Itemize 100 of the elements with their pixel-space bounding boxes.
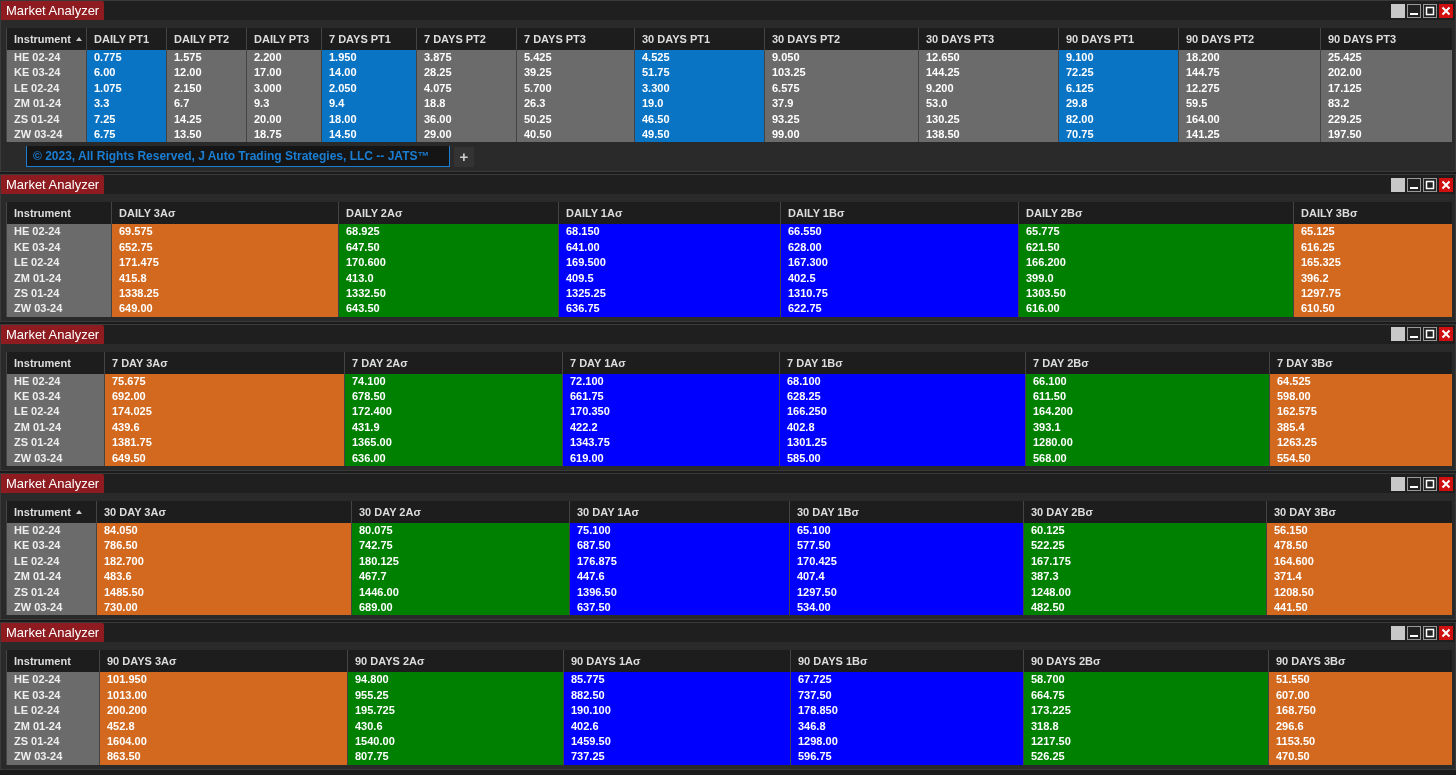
table-cell: 59.5 — [1178, 96, 1320, 112]
maximize-icon[interactable] — [1423, 625, 1437, 640]
table-cell: 103.25 — [764, 65, 918, 81]
blank-square-icon[interactable] — [1391, 476, 1405, 491]
table-cell: 863.50 — [99, 749, 347, 765]
table-cell: 526.25 — [1023, 749, 1268, 765]
table-cell: 1301.25 — [779, 435, 1025, 451]
maximize-icon[interactable] — [1423, 177, 1437, 192]
blank-square-icon[interactable] — [1391, 177, 1405, 192]
table-cell: 12.650 — [918, 50, 1058, 66]
column-header[interactable]: DAILY 2Aσ — [338, 202, 558, 225]
column-header[interactable]: 7 DAY 2Bσ — [1025, 351, 1269, 374]
table-cell: 1263.25 — [1269, 435, 1452, 451]
blank-square-icon[interactable] — [1391, 3, 1405, 18]
column-header[interactable]: 7 DAYS PT3 — [516, 28, 634, 50]
column-header[interactable]: 90 DAYS 3Aσ — [99, 650, 347, 673]
minimize-icon[interactable] — [1407, 327, 1421, 342]
column-header[interactable]: DAILY 3Aσ — [111, 202, 338, 225]
maximize-icon[interactable] — [1423, 327, 1437, 342]
column-header[interactable]: 90 DAYS PT1 — [1058, 28, 1178, 50]
close-icon[interactable] — [1439, 177, 1453, 192]
table-cell: 3.875 — [416, 50, 516, 66]
table-cell: 68.925 — [338, 224, 558, 240]
column-header[interactable]: 30 DAY 2Aσ — [351, 501, 569, 524]
column-header[interactable]: 7 DAY 1Bσ — [779, 351, 1025, 374]
column-header[interactable]: DAILY PT3 — [246, 28, 321, 50]
table-cell: 678.50 — [344, 389, 562, 405]
sort-caret-icon[interactable] — [75, 37, 82, 41]
column-header[interactable]: 90 DAYS 3Bσ — [1268, 650, 1452, 673]
table-cell: 75.100 — [569, 523, 789, 539]
close-icon[interactable] — [1439, 327, 1453, 342]
instrument-cell: ZM 01-24 — [6, 569, 96, 585]
minimize-icon[interactable] — [1407, 476, 1421, 491]
table-cell: 467.7 — [351, 569, 569, 585]
table-cell: 577.50 — [789, 538, 1023, 554]
instrument-cell: ZM 01-24 — [6, 96, 86, 112]
table-cell: 407.4 — [789, 569, 1023, 585]
maximize-icon[interactable] — [1423, 476, 1437, 491]
column-header[interactable]: 7 DAY 3Aσ — [104, 351, 344, 374]
table-cell: 643.50 — [338, 301, 558, 317]
column-header[interactable]: DAILY 1Aσ — [558, 202, 780, 225]
table-cell: 28.25 — [416, 65, 516, 81]
column-header[interactable]: 30 DAYS PT1 — [634, 28, 764, 50]
table-cell: 598.00 — [1269, 389, 1452, 405]
column-header[interactable]: 30 DAY 1Aσ — [569, 501, 789, 524]
table-cell: 166.200 — [1018, 255, 1293, 271]
table-cell: 65.775 — [1018, 224, 1293, 240]
close-icon[interactable] — [1439, 625, 1453, 640]
column-header[interactable]: 90 DAYS 2Bσ — [1023, 650, 1268, 673]
table-cell: 636.75 — [558, 301, 780, 317]
column-header[interactable]: DAILY PT1 — [86, 28, 166, 50]
column-header[interactable]: 90 DAYS 1Bσ — [790, 650, 1023, 673]
window-title: Market Analyzer — [1, 175, 105, 195]
column-header[interactable]: 30 DAY 1Bσ — [789, 501, 1023, 524]
column-header[interactable]: 7 DAYS PT1 — [321, 28, 416, 50]
column-header[interactable]: 90 DAYS PT2 — [1178, 28, 1320, 50]
table-cell: 9.100 — [1058, 50, 1178, 66]
column-header[interactable]: 7 DAY 1Aσ — [562, 351, 779, 374]
copyright-tab[interactable]: © 2023, All Rights Reserved, J Auto Trading Strategies, LLC -- JATS™ — [26, 146, 450, 168]
table-cell: 94.800 — [347, 672, 563, 688]
maximize-icon[interactable] — [1423, 3, 1437, 18]
column-header[interactable]: DAILY 1Bσ — [780, 202, 1018, 225]
table-cell: 166.250 — [779, 404, 1025, 420]
table-cell: 742.75 — [351, 538, 569, 554]
table-cell: 522.25 — [1023, 538, 1266, 554]
table-cell: 1365.00 — [344, 435, 562, 451]
table-cell: 72.25 — [1058, 65, 1178, 81]
column-header[interactable]: 7 DAYS PT2 — [416, 28, 516, 50]
column-header[interactable]: 7 DAY 3Bσ — [1269, 351, 1452, 374]
minimize-icon[interactable] — [1407, 625, 1421, 640]
column-header[interactable]: 30 DAY 3Aσ — [96, 501, 351, 524]
column-header[interactable]: 30 DAYS PT2 — [764, 28, 918, 50]
column-header[interactable]: DAILY 2Bσ — [1018, 202, 1293, 225]
column-header[interactable]: 7 DAY 2Aσ — [344, 351, 562, 374]
blank-square-icon[interactable] — [1391, 327, 1405, 342]
column-header[interactable]: 90 DAYS 2Aσ — [347, 650, 563, 673]
instrument-cell: KE 03-24 — [6, 538, 96, 554]
column-header[interactable]: 30 DAY 3Bσ — [1266, 501, 1452, 524]
table-cell: 6.7 — [166, 96, 246, 112]
table-cell: 0.775 — [86, 50, 166, 66]
window-title: Market Analyzer — [1, 623, 105, 643]
sort-caret-icon[interactable] — [75, 510, 82, 515]
column-header[interactable]: 90 DAYS 1Aσ — [563, 650, 790, 673]
table-cell: 387.3 — [1023, 569, 1266, 585]
table-cell: 144.25 — [918, 65, 1058, 81]
column-header[interactable]: DAILY 3Bσ — [1293, 202, 1452, 225]
table-cell: 3.3 — [86, 96, 166, 112]
column-header[interactable]: DAILY PT2 — [166, 28, 246, 50]
blank-square-icon[interactable] — [1391, 625, 1405, 640]
table-cell: 611.50 — [1025, 389, 1269, 405]
column-header[interactable]: 90 DAYS PT3 — [1320, 28, 1452, 50]
table-cell: 60.125 — [1023, 523, 1266, 539]
column-header[interactable]: 30 DAYS PT3 — [918, 28, 1058, 50]
minimize-icon[interactable] — [1407, 3, 1421, 18]
close-icon[interactable] — [1439, 3, 1453, 18]
column-header[interactable]: 30 DAY 2Bσ — [1023, 501, 1266, 524]
add-tab-button[interactable]: + — [454, 146, 474, 167]
minimize-icon[interactable] — [1407, 177, 1421, 192]
table-cell: 174.025 — [104, 404, 344, 420]
close-icon[interactable] — [1439, 476, 1453, 491]
